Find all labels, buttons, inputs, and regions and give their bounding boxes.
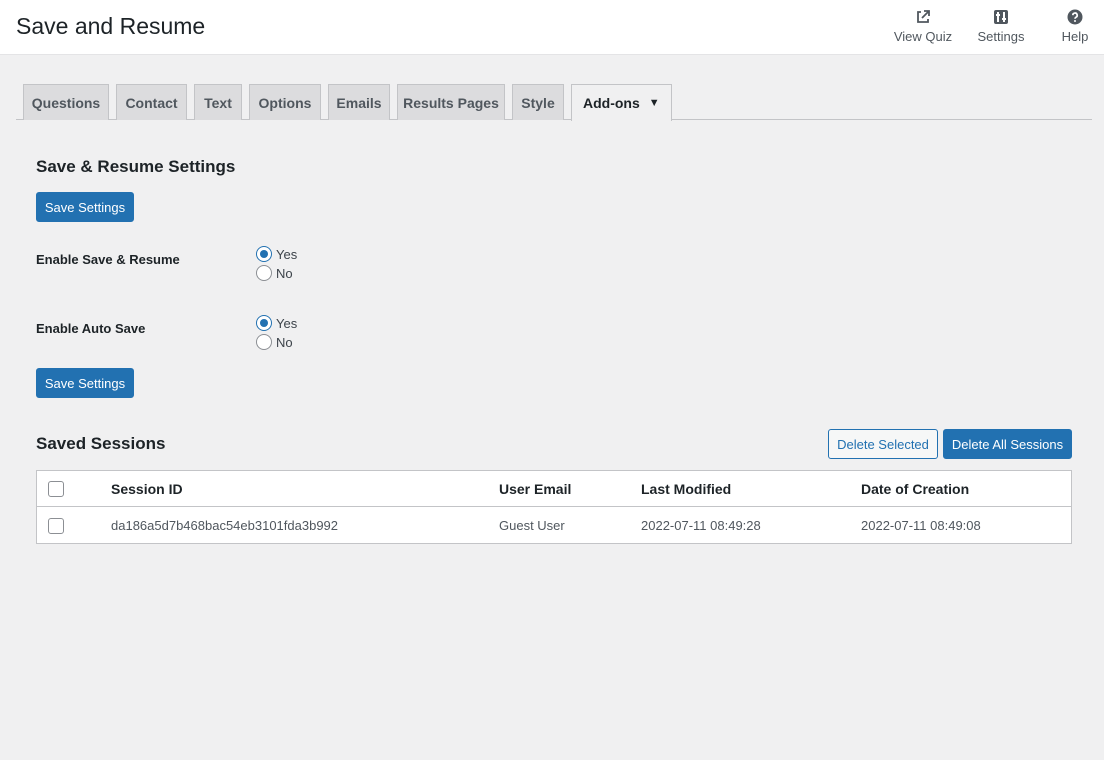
auto-save-no-radio[interactable]: No (256, 333, 293, 351)
radio-label: Yes (276, 315, 298, 331)
radio-button[interactable] (256, 334, 272, 350)
select-all-cell (48, 471, 64, 506)
settings-button[interactable]: Settings (974, 7, 1028, 47)
chevron-down-icon: ▼ (648, 97, 660, 109)
column-date-of-creation: Date of Creation (861, 480, 970, 497)
settings-label: Settings (977, 29, 1025, 44)
tab-contact[interactable]: Contact (116, 84, 187, 120)
tab-add-ons-label: Add-ons (583, 95, 640, 111)
quiz-tabs: Questions Contact Text Options Emails Re… (16, 84, 1092, 121)
select-all-checkbox[interactable] (48, 480, 64, 497)
help-label: Help (1061, 29, 1089, 44)
column-last-modified: Last Modified (641, 480, 732, 497)
top-bar: Save and Resume View Quiz Settings Help (0, 0, 1104, 55)
help-button[interactable]: Help (1055, 7, 1095, 47)
settings-sliders-icon (994, 10, 1008, 24)
view-quiz-label: View Quiz (893, 29, 953, 44)
help-icon (1067, 9, 1083, 25)
enable-save-resume-label: Enable Save & Resume (36, 252, 180, 267)
save-resume-yes-radio[interactable]: Yes (256, 245, 297, 263)
last-modified-cell: 2022-07-11 08:49:28 (641, 518, 761, 533)
table-row: da186a5d7b468bac54eb3101fda3b992 Guest U… (37, 507, 1071, 544)
delete-all-sessions-button[interactable]: Delete All Sessions (943, 429, 1072, 459)
radio-label: No (276, 334, 293, 350)
save-resume-no-radio[interactable]: No (256, 264, 293, 282)
save-settings-button-top[interactable]: Save Settings (36, 192, 134, 222)
saved-sessions-title: Saved Sessions (36, 434, 166, 453)
radio-button[interactable] (256, 265, 272, 281)
date-of-creation-cell: 2022-07-11 08:49:08 (861, 518, 981, 533)
radio-label: No (276, 265, 293, 281)
tab-text[interactable]: Text (194, 84, 242, 120)
tab-questions[interactable]: Questions (23, 84, 109, 120)
tab-add-ons[interactable]: Add-ons ▼ (571, 84, 672, 121)
tab-options[interactable]: Options (249, 84, 321, 120)
tab-emails[interactable]: Emails (328, 84, 390, 120)
session-id-cell: da186a5d7b468bac54eb3101fda3b992 (111, 518, 339, 533)
tab-style[interactable]: Style (512, 84, 564, 120)
tab-results-pages[interactable]: Results Pages (397, 84, 505, 120)
view-quiz-button[interactable]: View Quiz (892, 7, 954, 47)
row-checkbox[interactable] (48, 517, 64, 534)
delete-selected-button[interactable]: Delete Selected (828, 429, 938, 459)
user-email-cell: Guest User (499, 518, 565, 533)
sessions-table: Session ID User Email Last Modified Date… (36, 470, 1072, 544)
column-user-email: User Email (499, 480, 572, 497)
column-session-id: Session ID (111, 480, 183, 497)
enable-auto-save-label: Enable Auto Save (36, 321, 146, 336)
auto-save-yes-radio[interactable]: Yes (256, 314, 297, 332)
external-link-icon (917, 10, 930, 23)
row-select-cell (48, 507, 64, 544)
radio-button[interactable] (256, 246, 272, 262)
table-header: Session ID User Email Last Modified Date… (37, 471, 1071, 507)
settings-section-title: Save & Resume Settings (36, 157, 236, 176)
radio-button[interactable] (256, 315, 272, 331)
page-title: Save and Resume (16, 13, 206, 39)
save-settings-button-bottom[interactable]: Save Settings (36, 368, 134, 398)
radio-label: Yes (276, 246, 298, 262)
